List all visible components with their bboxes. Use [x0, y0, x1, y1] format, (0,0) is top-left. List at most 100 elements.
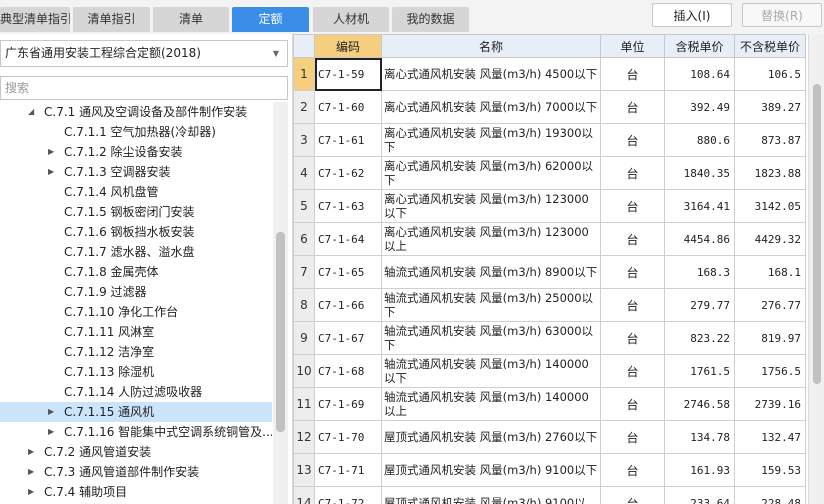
collapse-caret-icon[interactable]: ▶	[28, 442, 34, 462]
tax-exclusive-price-cell[interactable]: 2739.16	[734, 387, 806, 421]
tax-inclusive-price-cell[interactable]: 4454.86	[664, 222, 735, 256]
table-row[interactable]: 6 C7-1-64 离心式通风机安装 风量(m3/h) 123000以上台 4454.…	[293, 222, 806, 256]
tab-list[interactable]: 清单	[153, 7, 229, 32]
col-header-tax-inclusive-price[interactable]: 含税单价	[664, 34, 735, 58]
tax-inclusive-price-cell[interactable]: 1840.35	[664, 156, 735, 190]
grid-scrollbar-thumb[interactable]	[813, 84, 821, 384]
unit-cell[interactable]: 台	[600, 288, 665, 322]
tree-item[interactable]: ▶ C.7.1.15 通风机	[0, 402, 272, 422]
tree-item[interactable]: C.7.1.7 滤水器、溢水盘	[0, 242, 272, 262]
row-number-cell[interactable]: 9	[293, 321, 315, 355]
tax-inclusive-price-cell[interactable]: 2746.58	[664, 387, 735, 421]
tax-inclusive-price-cell[interactable]: 108.64	[664, 57, 735, 91]
search-input[interactable]: 搜索	[0, 76, 288, 100]
code-cell[interactable]: C7-1-62	[314, 156, 382, 190]
code-cell[interactable]: C7-1-67	[314, 321, 382, 355]
tree-item[interactable]: ▶ C.7.1.3 空调器安装	[0, 162, 272, 182]
tax-inclusive-price-cell[interactable]: 392.49	[664, 90, 735, 124]
row-number-cell[interactable]: 10	[293, 354, 315, 388]
row-number-cell[interactable]: 13	[293, 453, 315, 487]
tree-item[interactable]: C.7.1.11 风淋室	[0, 322, 272, 342]
code-cell[interactable]: C7-1-69	[314, 387, 382, 421]
code-cell[interactable]: C7-1-64	[314, 222, 382, 256]
name-cell[interactable]: 轴流式通风机安装 风量(m3/h) 140000以下	[381, 354, 601, 388]
tax-exclusive-price-cell[interactable]: 819.97	[734, 321, 806, 355]
collapse-caret-icon[interactable]: ▶	[48, 162, 54, 182]
col-header-name[interactable]: 名称	[381, 34, 601, 58]
tree-item[interactable]: ▶ C.7.4 辅助项目	[0, 482, 272, 502]
name-cell[interactable]: 离心式通风机安装 风量(m3/h) 123000以上	[381, 222, 601, 256]
replace-button[interactable]: 替换(R)	[742, 3, 822, 27]
tree-item[interactable]: C.7.1.9 过滤器	[0, 282, 272, 302]
code-cell[interactable]: C7-1-66	[314, 288, 382, 322]
tax-inclusive-price-cell[interactable]: 134.78	[664, 420, 735, 454]
unit-cell[interactable]: 台	[600, 123, 665, 157]
row-number-cell[interactable]: 5	[293, 189, 315, 223]
tree-item[interactable]: C.7.1.8 金属壳体	[0, 262, 272, 282]
table-row[interactable]: 9 C7-1-67 轴流式通风机安装 风量(m3/h) 63000以下台 823.22…	[293, 321, 806, 355]
name-cell[interactable]: 离心式通风机安装 风量(m3/h) 62000以下	[381, 156, 601, 190]
tree-item[interactable]: C.7.1.1 空气加热器(冷却器)	[0, 122, 272, 142]
tax-exclusive-price-cell[interactable]: 106.5	[734, 57, 806, 91]
tree-item[interactable]: ▶ C.7.3 通风管道部件制作安装	[0, 462, 272, 482]
name-cell[interactable]: 屋顶式通风机安装 风量(m3/h) 2760以下	[381, 420, 601, 454]
row-number-cell[interactable]: 12	[293, 420, 315, 454]
table-row[interactable]: 4 C7-1-62 离心式通风机安装 风量(m3/h) 62000以下台 1840.3…	[293, 156, 806, 190]
tree-item[interactable]: C.7.1.14 人防过滤吸收器	[0, 382, 272, 402]
table-row[interactable]: 7 C7-1-65 轴流式通风机安装 风量(m3/h) 8900以下台 168.3 16…	[293, 255, 806, 289]
row-number-cell[interactable]: 1	[293, 57, 315, 91]
row-number-cell[interactable]: 4	[293, 156, 315, 190]
name-cell[interactable]: 屋顶式通风机安装 风量(m3/h) 9100以	[381, 486, 601, 504]
tax-exclusive-price-cell[interactable]: 873.87	[734, 123, 806, 157]
unit-cell[interactable]: 台	[600, 354, 665, 388]
expand-caret-icon[interactable]: ◢	[28, 102, 34, 122]
tree-item[interactable]: ▶ C.7.1.16 智能集中式空调系统铜管及...	[0, 422, 272, 442]
name-cell[interactable]: 轴流式通风机安装 风量(m3/h) 8900以下	[381, 255, 601, 289]
unit-cell[interactable]: 台	[600, 90, 665, 124]
code-cell[interactable]: C7-1-68	[314, 354, 382, 388]
tax-inclusive-price-cell[interactable]: 168.3	[664, 255, 735, 289]
tab-my-data[interactable]: 我的数据	[392, 7, 469, 32]
tree-scrollbar-thumb[interactable]	[276, 232, 285, 432]
table-row[interactable]: 12 C7-1-70 屋顶式通风机安装 风量(m3/h) 2760以下台 134.78…	[293, 420, 806, 454]
tree-item[interactable]: ◢ C.7.1 通风及空调设备及部件制作安装	[0, 102, 272, 122]
tab-quota[interactable]: 定额	[232, 7, 309, 32]
code-cell[interactable]: C7-1-70	[314, 420, 382, 454]
table-row[interactable]: 2 C7-1-60 离心式通风机安装 风量(m3/h) 7000以下台 392.49 3…	[293, 90, 806, 124]
unit-cell[interactable]: 台	[600, 420, 665, 454]
row-number-cell[interactable]: 14	[293, 486, 315, 504]
unit-cell[interactable]: 台	[600, 156, 665, 190]
row-number-cell[interactable]: 11	[293, 387, 315, 421]
code-cell[interactable]: C7-1-63	[314, 189, 382, 223]
tax-inclusive-price-cell[interactable]: 233.64	[664, 486, 735, 504]
name-cell[interactable]: 轴流式通风机安装 风量(m3/h) 63000以下	[381, 321, 601, 355]
name-cell[interactable]: 屋顶式通风机安装 风量(m3/h) 9100以下	[381, 453, 601, 487]
col-header-code[interactable]: 编码	[314, 34, 382, 58]
table-row[interactable]: 1 C7-1-59 离心式通风机安装 风量(m3/h) 4500以下台 108.64 1…	[293, 57, 806, 91]
tax-inclusive-price-cell[interactable]: 823.22	[664, 321, 735, 355]
tree-item[interactable]: ▶ C.7.2 通风管道安装	[0, 442, 272, 462]
code-cell[interactable]: C7-1-71	[314, 453, 382, 487]
table-row[interactable]: 5 C7-1-63 离心式通风机安装 风量(m3/h) 123000以下台 3164.…	[293, 189, 806, 223]
tax-inclusive-price-cell[interactable]: 279.77	[664, 288, 735, 322]
tab-labor-material-machine[interactable]: 人材机	[313, 7, 389, 32]
tax-inclusive-price-cell[interactable]: 1761.5	[664, 354, 735, 388]
collapse-caret-icon[interactable]: ▶	[48, 422, 54, 442]
name-cell[interactable]: 离心式通风机安装 风量(m3/h) 4500以下	[381, 57, 601, 91]
unit-cell[interactable]: 台	[600, 57, 665, 91]
row-number-cell[interactable]: 3	[293, 123, 315, 157]
library-select[interactable]: 广东省通用安装工程综合定额(2018) ▼	[0, 40, 288, 67]
tax-exclusive-price-cell[interactable]: 132.47	[734, 420, 806, 454]
tax-exclusive-price-cell[interactable]: 3142.05	[734, 189, 806, 223]
tree-item[interactable]: C.7.1.10 净化工作台	[0, 302, 272, 322]
tab-typical-list-guide[interactable]: 典型清单指引	[0, 7, 70, 32]
row-number-cell[interactable]: 6	[293, 222, 315, 256]
row-number-cell[interactable]: 7	[293, 255, 315, 289]
unit-cell[interactable]: 台	[600, 321, 665, 355]
name-cell[interactable]: 轴流式通风机安装 风量(m3/h) 140000以上	[381, 387, 601, 421]
tax-exclusive-price-cell[interactable]: 276.77	[734, 288, 806, 322]
name-cell[interactable]: 离心式通风机安装 风量(m3/h) 19300以下	[381, 123, 601, 157]
code-cell[interactable]: C7-1-59	[314, 57, 382, 91]
tree-item[interactable]: C.7.1.6 钢板挡水板安装	[0, 222, 272, 242]
collapse-caret-icon[interactable]: ▶	[28, 482, 34, 502]
